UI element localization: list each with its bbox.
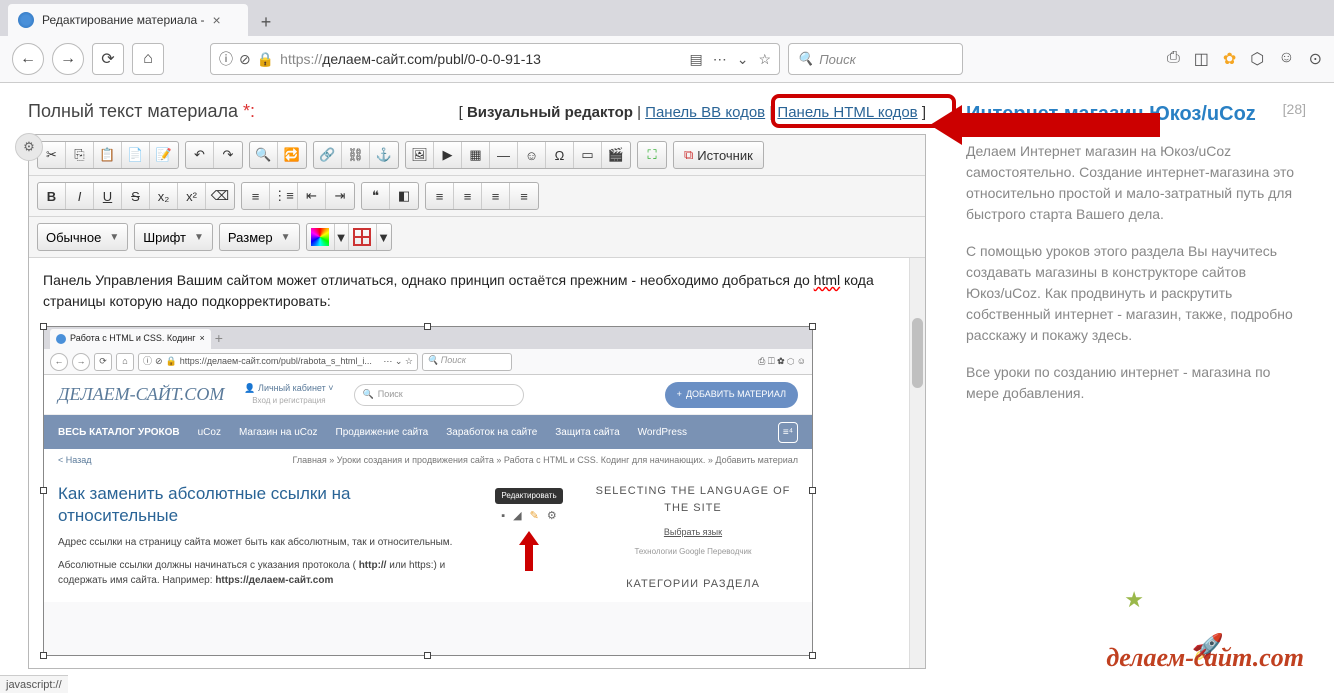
bulletedlist-icon[interactable]: ⋮≡	[270, 183, 298, 209]
flash-icon[interactable]: ▶	[434, 142, 462, 168]
alignjustify-icon[interactable]: ≡	[510, 183, 538, 209]
source-button[interactable]: ⧉Источник	[674, 142, 763, 168]
unlink-icon[interactable]: ⛓	[342, 142, 370, 168]
anchor-icon[interactable]: ⚓	[370, 142, 398, 168]
star-icon[interactable]: ☆	[758, 51, 771, 68]
search-placeholder: Поиск	[819, 52, 856, 67]
menu-icon[interactable]: ⊙	[1309, 49, 1322, 69]
home-button[interactable]: ⌂	[132, 43, 164, 75]
tab-bb[interactable]: Панель BB кодов	[645, 104, 765, 121]
bgcolor-icon[interactable]	[349, 224, 377, 250]
size-select[interactable]: Размер▼	[219, 223, 300, 251]
library-icon[interactable]: ⎙	[1167, 49, 1180, 69]
blockquote-icon[interactable]: ❝	[362, 183, 390, 209]
url-text: https://делаем-сайт.com/publ/0-0-0-91-13	[280, 51, 683, 67]
pocket-icon[interactable]: ⌄	[737, 51, 749, 68]
sidebar-paragraph: С помощью уроков этого раздела Вы научит…	[966, 241, 1306, 346]
specialchar-icon[interactable]: Ω	[546, 142, 574, 168]
link-icon[interactable]: 🔗	[314, 142, 342, 168]
textcolor-icon[interactable]	[307, 224, 335, 250]
video-icon[interactable]: 🎬	[602, 142, 630, 168]
underline-icon[interactable]: U	[94, 183, 122, 209]
browser-tab[interactable]: Редактирование материала - ×	[8, 4, 248, 36]
table-icon[interactable]: ▦	[462, 142, 490, 168]
undo-icon[interactable]: ↶	[186, 142, 214, 168]
find-icon[interactable]: 🔍	[250, 142, 278, 168]
editor-mode-tabs: [ Визуальный редактор | Панель BB кодов …	[459, 104, 926, 121]
info-icon[interactable]: ⓘ	[219, 49, 233, 69]
noscript-icon[interactable]: ⊘	[239, 51, 251, 68]
shield-icon[interactable]: ⬡	[1250, 49, 1264, 69]
paste-text-icon[interactable]: 📄	[122, 142, 150, 168]
indent-icon[interactable]: ⇥	[326, 183, 354, 209]
tab-strip: Редактирование материала - × +	[0, 0, 1334, 36]
removeformat-icon[interactable]: ⌫	[206, 183, 234, 209]
lock-icon: 🔒	[257, 51, 274, 68]
tab-visual[interactable]: Визуальный редактор	[467, 104, 633, 121]
strike-icon[interactable]: S	[122, 183, 150, 209]
aligncenter-icon[interactable]: ≡	[454, 183, 482, 209]
alignleft-icon[interactable]: ≡	[426, 183, 454, 209]
div-icon[interactable]: ◧	[390, 183, 418, 209]
account-icon[interactable]: ☺	[1278, 49, 1294, 69]
copy-icon[interactable]: ⎘	[66, 142, 94, 168]
embedded-screenshot[interactable]: Работа с HTML и CSS. Кодинг×+ ←→⟳⌂ ⓘ⊘🔒ht…	[43, 326, 813, 656]
paste-word-icon[interactable]: 📝	[150, 142, 178, 168]
outdent-icon[interactable]: ⇤	[298, 183, 326, 209]
font-select[interactable]: Шрифт▼	[134, 223, 213, 251]
close-icon[interactable]: ×	[213, 12, 221, 28]
paste-icon[interactable]: 📋	[94, 142, 122, 168]
subscript-icon[interactable]: x₂	[150, 183, 178, 209]
forward-button[interactable]: →	[52, 43, 84, 75]
editor-content[interactable]: Панель Управления Вашим сайтом может отл…	[29, 258, 925, 668]
more-icon[interactable]: ⋯	[713, 51, 727, 68]
star-decoration: ★	[1124, 587, 1144, 613]
search-icon: 🔍	[797, 51, 813, 67]
nav-bar: ← → ⟳ ⌂ ⓘ ⊘ 🔒 https://делаем-сайт.com/pu…	[0, 36, 1334, 82]
toolbar-icons: ⎙ ◫ ✿ ⬡ ☺ ⊙	[1167, 49, 1322, 69]
page-title: Полный текст материала *:	[28, 101, 255, 122]
extension-icon[interactable]: ✿	[1223, 49, 1236, 69]
bgcolor-caret[interactable]: ▼	[377, 224, 391, 250]
alignright-icon[interactable]: ≡	[482, 183, 510, 209]
redo-icon[interactable]: ↷	[214, 142, 242, 168]
reload-button[interactable]: ⟳	[92, 43, 124, 75]
maximize-icon[interactable]: ⛶	[638, 142, 666, 168]
url-bar[interactable]: ⓘ ⊘ 🔒 https://делаем-сайт.com/publ/0-0-0…	[210, 43, 780, 75]
superscript-icon[interactable]: x²	[178, 183, 206, 209]
format-select[interactable]: Обычное▼	[37, 223, 128, 251]
textcolor-caret[interactable]: ▼	[335, 224, 349, 250]
search-bar[interactable]: 🔍 Поиск	[788, 43, 963, 75]
image-icon[interactable]: 🖼	[406, 142, 434, 168]
replace-icon[interactable]: 🔁	[278, 142, 306, 168]
hr-icon[interactable]: —	[490, 142, 518, 168]
sidebar-paragraph: Все уроки по созданию интернет - магазин…	[966, 362, 1306, 404]
iframe-icon[interactable]: ▭	[574, 142, 602, 168]
vertical-scrollbar[interactable]	[909, 258, 925, 668]
globe-icon	[18, 12, 34, 28]
red-arrow-annotation	[930, 105, 1160, 145]
article-count: [28]	[1283, 101, 1306, 117]
red-highlight-box	[771, 94, 956, 128]
sidebar-paragraph: Делаем Интернет магазин на Юкоз/uCoz сам…	[966, 141, 1306, 225]
italic-icon[interactable]: I	[66, 183, 94, 209]
tab-title: Редактирование материала -	[42, 13, 205, 27]
smiley-icon[interactable]: ☺	[518, 142, 546, 168]
status-bar: javascript://	[0, 675, 68, 693]
bold-icon[interactable]: B	[38, 183, 66, 209]
reader-icon[interactable]: ▤	[689, 51, 702, 68]
sidebar-icon[interactable]: ◫	[1194, 49, 1209, 69]
new-tab-button[interactable]: +	[252, 8, 280, 36]
browser-chrome: Редактирование материала - × + ← → ⟳ ⌂ ⓘ…	[0, 0, 1334, 83]
back-button[interactable]: ←	[12, 43, 44, 75]
numberedlist-icon[interactable]: ≡	[242, 183, 270, 209]
watermark-logo: делаем-сайт.com	[1106, 643, 1304, 673]
gear-icon[interactable]: ⚙	[15, 133, 43, 161]
wysiwyg-editor: ⚙ ✂⎘📋📄📝 ↶↷ 🔍🔁 🔗⛓⚓ 🖼▶▦—☺Ω▭🎬 ⛶ ⧉Источник B…	[28, 134, 926, 669]
sidebar: [28] Интернет магазин Юкоз/uCoz Делаем И…	[966, 101, 1306, 669]
